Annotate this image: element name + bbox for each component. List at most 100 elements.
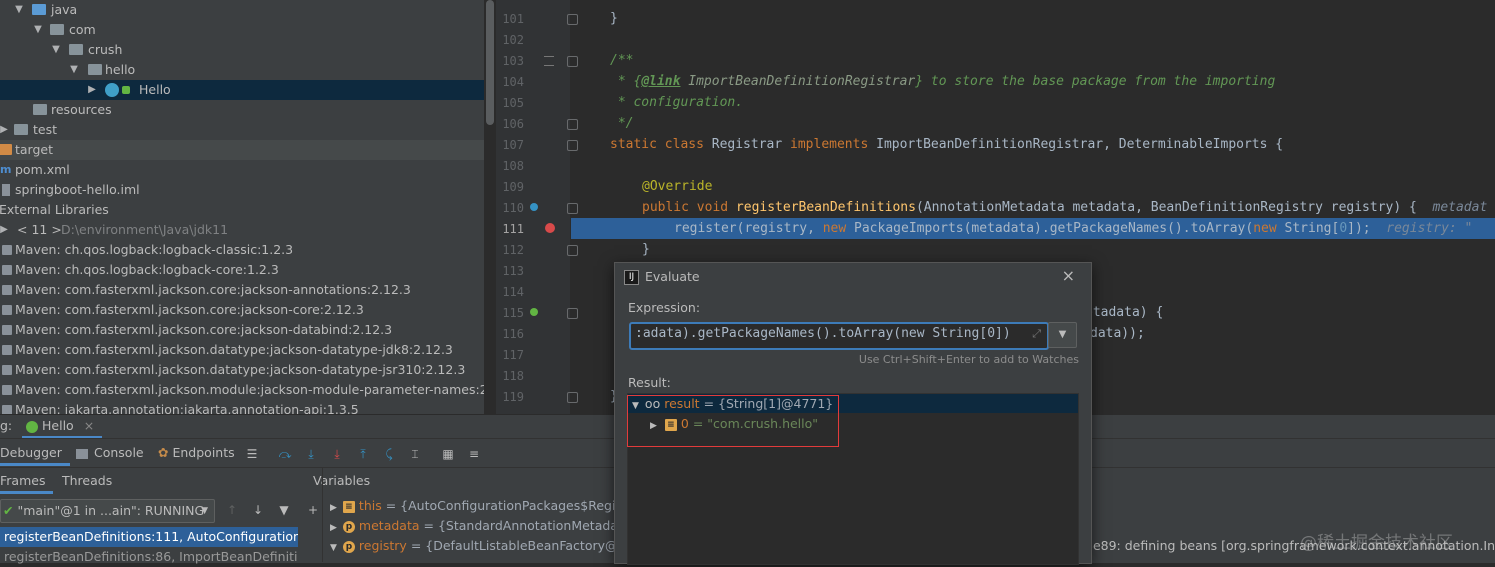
expand-arrow-icon[interactable]: ▶ [330,503,337,513]
fold-marker-icon[interactable] [567,56,578,67]
tree-item-iml[interactable]: springboot-hello.iml [0,180,484,200]
tree-item-crush[interactable]: ▼ crush [0,40,484,60]
tree-item-java[interactable]: ▼ java [0,0,484,20]
next-frame-icon[interactable]: ↓ [250,502,266,518]
tab-console[interactable]: Console [76,443,144,463]
expand-arrow-icon[interactable]: ▼ [14,0,24,20]
tree-item-library[interactable]: Maven: ch.qos.logback:logback-classic:1.… [0,240,484,260]
breakpoint-icon[interactable] [545,223,555,233]
project-tree-panel: ▼ java ▼ com ▼ crush ▼ hello ▶ Hello res… [0,0,484,414]
line-number: 103 [502,54,524,68]
variable-metadata[interactable]: ▶ p metadata = {StandardAnnotationMetadata… [330,516,643,536]
expression-input[interactable]: :adata).getPackageNames().toArray(new St… [629,322,1049,350]
tree-item-label: Maven: com.fasterxml.jackson.core:jackso… [15,282,411,297]
tree-item-library[interactable]: Maven: ch.qos.logback:logback-core:1.2.3 [0,260,484,280]
variable-this[interactable]: ▶ ≡ this = {AutoConfigurationPackages$Regi… [330,496,632,516]
tree-item-pom[interactable]: m pom.xml [0,160,484,180]
library-icon [2,325,12,335]
show-execution-point-icon[interactable]: ⤼ [277,446,293,462]
tree-item-library[interactable]: Maven: com.fasterxml.jackson.core:jackso… [0,320,484,340]
tree-item-label: java [51,2,78,17]
tree-item-com[interactable]: ▼ com [0,20,484,40]
collapse-arrow-icon[interactable]: ▼ [330,543,337,553]
line-number-current: 111 [502,222,524,236]
force-step-into-icon[interactable]: ⤓ [329,446,345,462]
code-line-111: register(registry, new PackageImports(me… [674,221,1473,236]
collapse-arrow-icon[interactable]: ▶ [0,220,9,240]
fold-marker-icon[interactable] [567,308,578,319]
drop-frame-icon[interactable]: ⤹ [381,446,397,462]
frame-item[interactable]: registerBeanDefinitions:86, ImportBeanDe… [0,547,298,567]
expand-arrow-icon[interactable]: ▶ [330,523,337,533]
evaluate-dialog: IJ Evaluate × Expression: :adata).getPac… [614,262,1092,565]
variable-registry[interactable]: ▼ p registry = {DefaultListableBeanFactory… [330,536,633,556]
tab-frames[interactable]: Frames [0,471,54,494]
fold-marker-icon[interactable] [567,140,578,151]
tree-item-test[interactable]: ▶ test [0,120,484,140]
resources-folder-icon [33,104,47,115]
expand-arrow-icon[interactable]: ▼ [69,60,79,80]
tree-item-library[interactable]: Maven: com.fasterxml.jackson.datatype:ja… [0,360,484,380]
collapse-arrow-icon[interactable]: ▶ [0,120,9,140]
fold-marker-icon[interactable] [567,203,578,214]
implementing-method-icon[interactable] [530,308,538,316]
fold-marker-icon[interactable] [567,392,578,403]
tab-threads[interactable]: Threads [62,471,112,491]
tree-item-resources[interactable]: resources [0,100,484,120]
doc-comment-icon[interactable] [544,56,554,66]
thread-select[interactable]: ✔ "main"@1 in ...ain": RUNNING ▼ [0,499,215,523]
dialog-title-bar[interactable]: IJ Evaluate × [615,263,1091,291]
tree-item-hello[interactable]: ▼ hello [0,60,484,80]
project-scrollbar[interactable] [486,0,494,125]
expression-history-dropdown[interactable]: ▼ [1048,322,1077,348]
tree-item-label: Maven: com.fasterxml.jackson.module:jack… [15,382,484,397]
watches-hint: Use Ctrl+Shift+Enter to add to Watches [858,353,1079,366]
filter-icon[interactable]: ▼ [276,502,292,518]
library-icon [2,285,12,295]
run-to-cursor-icon[interactable]: ⌶ [407,446,423,462]
frame-item-selected[interactable]: registerBeanDefinitions:111, AutoConfigu… [0,527,298,547]
fold-marker-icon[interactable] [567,14,578,25]
layout-menu-icon[interactable]: ☰ [244,446,260,462]
library-icon [2,245,12,255]
tree-item-library[interactable]: Maven: com.fasterxml.jackson.module:jack… [0,380,484,400]
evaluate-expression-icon[interactable]: ▦ [440,446,456,462]
maven-file-icon: m [0,163,12,176]
previous-frame-icon[interactable]: ↑ [224,502,240,518]
tree-item-jdk[interactable]: ▶ < 11 > D:\environment\Java\jdk11 [0,220,484,240]
expand-editor-icon[interactable]: ⤢ [1032,327,1041,341]
tab-debugger[interactable]: Debugger [0,443,70,466]
new-watch-icon[interactable]: + [305,502,321,518]
result-label: Result: [628,375,671,390]
fold-marker-icon[interactable] [567,245,578,256]
run-config-tab[interactable]: Hello × [22,416,103,439]
trace-icon[interactable]: ≡ [466,446,482,462]
tree-item-library[interactable]: Maven: com.fasterxml.jackson.core:jackso… [0,280,484,300]
expand-arrow-icon[interactable]: ▼ [33,20,43,40]
tree-item-library[interactable]: Maven: com.fasterxml.jackson.datatype:ja… [0,340,484,360]
code-line-103: /** [610,53,634,68]
code-line-110: public void registerBeanDefinitions(Anno… [642,200,1488,215]
expand-arrow-icon[interactable]: ▼ [51,40,61,60]
collapse-arrow-icon[interactable]: ▶ [87,80,97,100]
tree-item-library[interactable]: Maven: com.fasterxml.jackson.core:jackso… [0,300,484,320]
line-number: 105 [502,96,524,110]
line-number: 101 [502,12,524,26]
tree-item-label: target [15,142,54,157]
tree-item-library[interactable]: Maven: jakarta.annotation:jakarta.annota… [0,400,484,414]
step-out-icon[interactable]: ⤒ [355,446,371,462]
tree-item-external-libraries[interactable]: External Libraries [0,200,484,220]
tree-item-hello-class[interactable]: ▶ Hello [0,80,484,100]
override-method-icon[interactable] [530,203,538,211]
fold-marker-icon[interactable] [567,119,578,130]
tab-endpoints[interactable]: ✿ Endpoints [158,443,235,463]
close-tab-icon[interactable]: × [84,418,94,433]
debug-title-prefix: g: [0,418,13,433]
tree-item-target[interactable]: target [0,140,484,160]
code-line-107: static class Registrar implements Import… [610,137,1284,152]
spring-boot-class-icon [105,83,119,97]
close-icon[interactable]: × [1062,266,1075,285]
code-line-104: * {@link ImportBeanDefinitionRegistrar} … [610,74,1276,89]
line-number: 117 [502,348,524,362]
step-over-icon[interactable]: ⤓ [303,446,319,462]
